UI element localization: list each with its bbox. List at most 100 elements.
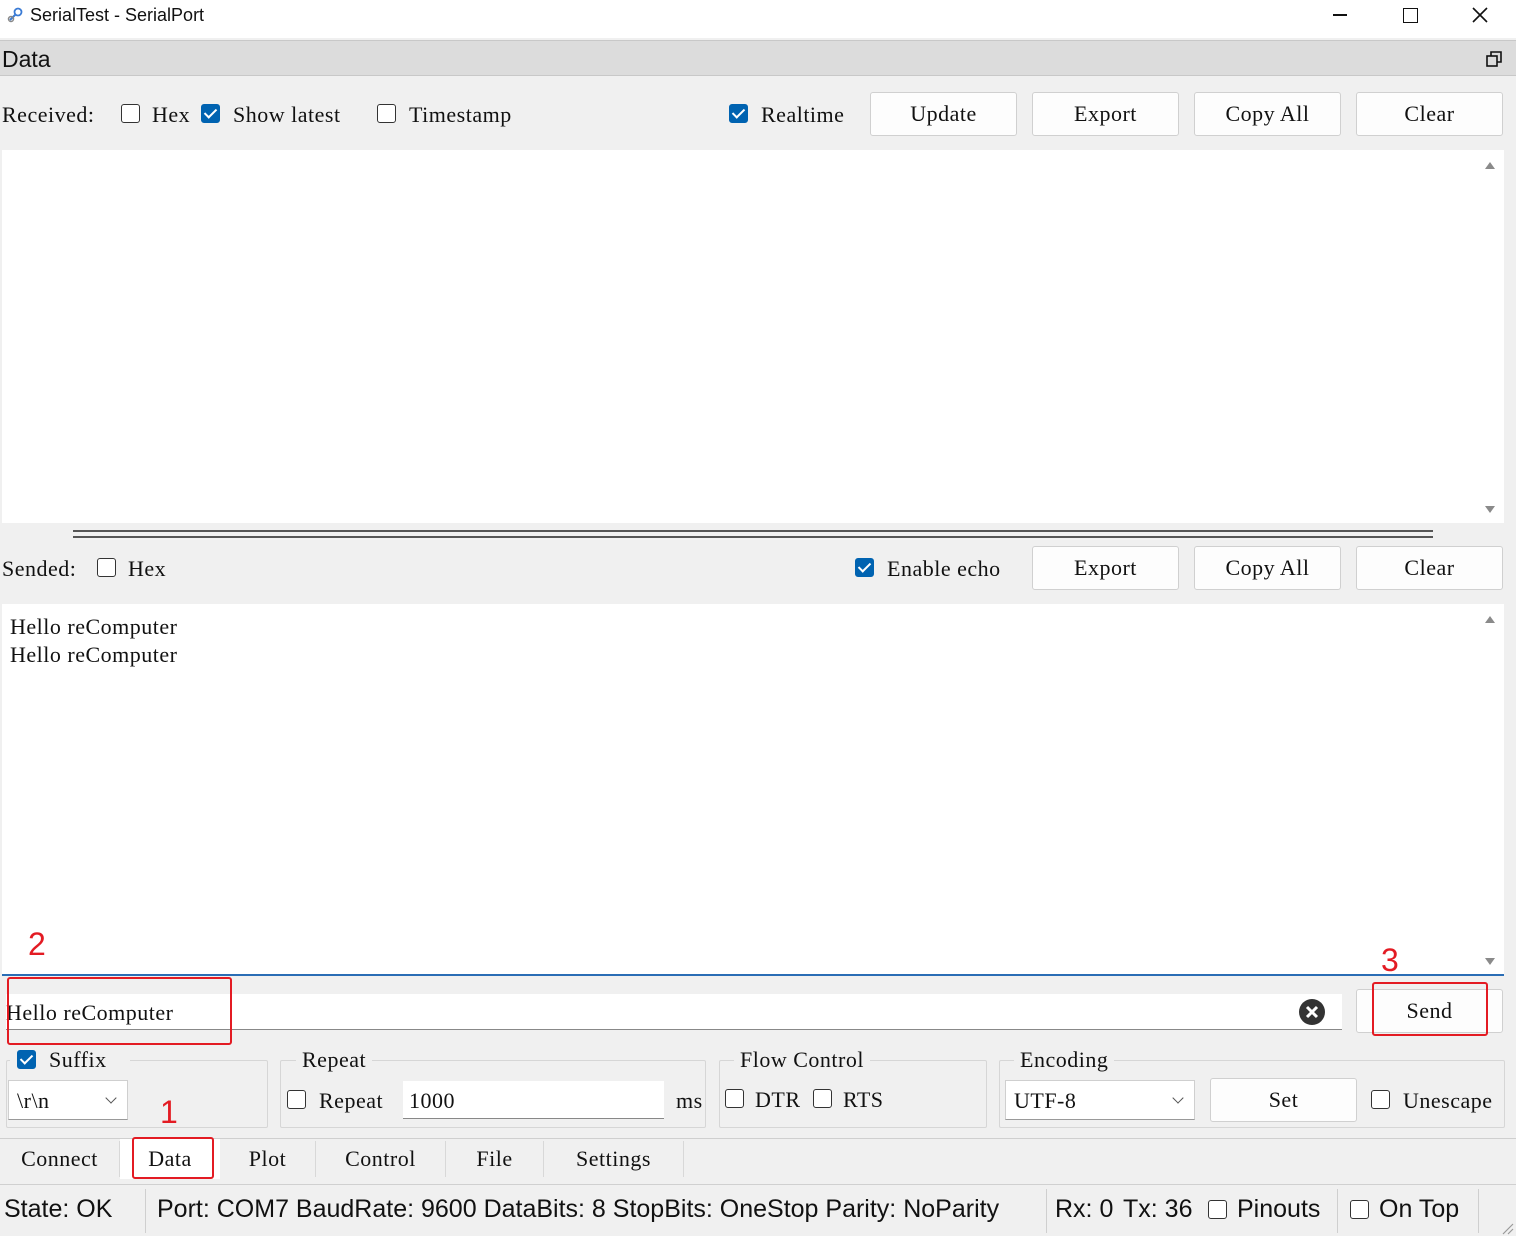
annotation-box-2 [7, 977, 232, 1045]
maximize-button[interactable] [1375, 0, 1445, 30]
repeat-interval-input[interactable]: 1000 [403, 1081, 664, 1119]
annotation-number-2: 2 [28, 926, 46, 962]
suffix-checkbox[interactable] [17, 1050, 36, 1069]
sended-hex-label: Hex [128, 556, 167, 581]
rts-label: RTS [843, 1087, 884, 1112]
dtr-label: DTR [755, 1087, 801, 1112]
sended-copy-all-button[interactable]: Copy All [1194, 546, 1341, 590]
received-copy-all-button[interactable]: Copy All [1194, 92, 1341, 136]
update-button-label: Update [910, 101, 977, 126]
received-hex-checkbox[interactable] [121, 104, 140, 123]
show-latest-checkbox[interactable] [201, 104, 220, 123]
unescape-checkbox[interactable] [1371, 1090, 1390, 1109]
sended-copy-all-label: Copy All [1225, 555, 1310, 580]
restore-icon[interactable] [1486, 51, 1502, 67]
timestamp-label: Timestamp [409, 102, 512, 127]
repeat-group-title: Repeat [296, 1047, 373, 1073]
received-hex-label: Hex [152, 102, 191, 127]
status-tx: Tx: 36 [1123, 1195, 1193, 1223]
timestamp-checkbox[interactable] [377, 104, 396, 123]
unescape-label: Unescape [1403, 1088, 1493, 1113]
clear-input-icon[interactable] [1298, 998, 1326, 1026]
sended-line: Hello reComputer [10, 642, 178, 667]
update-button[interactable]: Update [870, 92, 1017, 136]
tab-plot[interactable]: Plot [220, 1141, 316, 1177]
pinouts-checkbox[interactable] [1208, 1200, 1227, 1219]
focus-line [2, 974, 1504, 976]
close-button[interactable] [1445, 0, 1515, 30]
received-scrollbar[interactable] [1480, 152, 1502, 522]
repeat-unit: ms [676, 1088, 703, 1113]
received-clear-button[interactable]: Clear [1356, 92, 1503, 136]
splitter-handle[interactable] [73, 530, 1433, 538]
dock-header: Data [0, 40, 1516, 76]
encoding-group-title: Encoding [1014, 1047, 1115, 1073]
realtime-checkbox[interactable] [729, 104, 748, 123]
sended-textarea[interactable]: Hello reComputer Hello reComputer [2, 604, 1504, 975]
tab-label: Settings [576, 1146, 651, 1171]
received-export-label: Export [1074, 101, 1137, 126]
realtime-label: Realtime [761, 102, 845, 127]
annotation-box-1 [132, 1137, 214, 1179]
flow-control-title: Flow Control [734, 1047, 870, 1073]
rts-checkbox[interactable] [813, 1089, 832, 1108]
annotation-number-3: 3 [1381, 942, 1399, 978]
received-textarea[interactable] [2, 150, 1504, 523]
sended-clear-button[interactable]: Clear [1356, 546, 1503, 590]
suffix-label: Suffix [49, 1047, 107, 1072]
status-divider [1337, 1189, 1338, 1233]
serial-link-icon [7, 7, 23, 23]
suffix-value: \r\n [17, 1088, 50, 1113]
sended-scrollbar[interactable] [1480, 606, 1502, 974]
sended-export-button[interactable]: Export [1032, 546, 1179, 590]
status-bar: State: OK Port: COM7 BaudRate: 9600 Data… [0, 1184, 1516, 1236]
set-button-label: Set [1268, 1087, 1299, 1112]
on-top-checkbox[interactable] [1350, 1200, 1369, 1219]
sended-line: Hello reComputer [10, 614, 178, 639]
sended-clear-label: Clear [1404, 555, 1455, 580]
tab-settings[interactable]: Settings [544, 1141, 684, 1177]
scroll-up-icon[interactable] [1485, 162, 1495, 169]
sended-export-label: Export [1074, 555, 1137, 580]
tab-label: Control [345, 1146, 416, 1171]
tab-file[interactable]: File [446, 1141, 544, 1177]
status-divider [1046, 1189, 1047, 1233]
suffix-combo[interactable]: \r\n [8, 1080, 128, 1120]
show-latest-label: Show latest [233, 102, 341, 127]
dtr-checkbox[interactable] [725, 1089, 744, 1108]
pinouts-label: Pinouts [1237, 1195, 1321, 1223]
tab-connect[interactable]: Connect [0, 1141, 120, 1177]
tab-label: Connect [21, 1146, 98, 1171]
encoding-combo[interactable]: UTF-8 [1005, 1080, 1195, 1120]
title-bar: SerialTest - SerialPort [0, 0, 1516, 38]
status-state: State: OK [4, 1195, 113, 1223]
status-port-info: Port: COM7 BaudRate: 9600 DataBits: 8 St… [157, 1195, 1000, 1223]
received-copy-all-label: Copy All [1225, 101, 1310, 126]
scroll-up-icon[interactable] [1485, 616, 1495, 623]
dock-title: Data [2, 46, 51, 72]
status-rx: Rx: 0 [1055, 1195, 1114, 1223]
annotation-box-3 [1372, 982, 1488, 1036]
sended-label: Sended: [2, 556, 77, 581]
repeat-interval-value: 1000 [409, 1088, 455, 1113]
tab-label: File [476, 1146, 513, 1171]
scroll-down-icon[interactable] [1485, 506, 1495, 513]
status-divider [1478, 1189, 1479, 1233]
scroll-down-icon[interactable] [1485, 958, 1495, 965]
sended-hex-checkbox[interactable] [97, 558, 116, 577]
received-export-button[interactable]: Export [1032, 92, 1179, 136]
tab-label: Plot [248, 1146, 287, 1171]
close-icon [1472, 7, 1488, 23]
status-divider [145, 1189, 146, 1233]
resize-grip-icon[interactable] [1500, 1221, 1514, 1235]
set-encoding-button[interactable]: Set [1210, 1078, 1357, 1122]
minimize-icon [1333, 14, 1347, 16]
repeat-label: Repeat [319, 1088, 384, 1113]
enable-echo-checkbox[interactable] [855, 558, 874, 577]
minimize-button[interactable] [1305, 0, 1375, 30]
chevron-down-icon [105, 1092, 117, 1104]
window-title: SerialTest - SerialPort [30, 5, 205, 25]
received-label: Received: [2, 102, 95, 127]
tab-control[interactable]: Control [316, 1141, 446, 1177]
repeat-checkbox[interactable] [287, 1090, 306, 1109]
